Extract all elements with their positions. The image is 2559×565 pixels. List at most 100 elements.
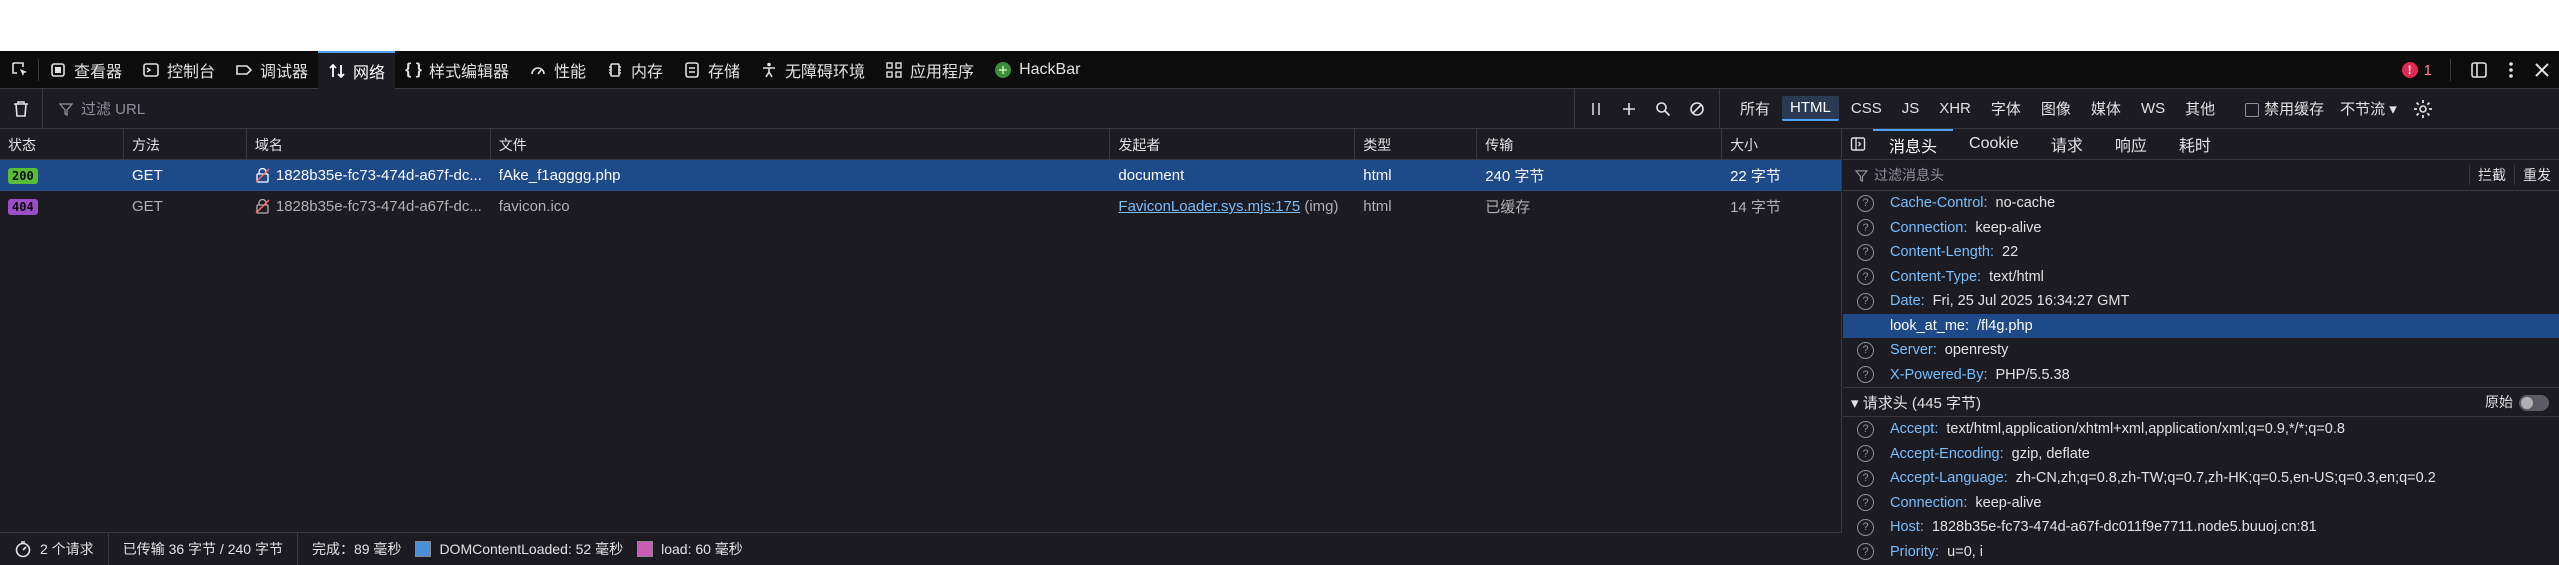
header-row[interactable]: ? Date: Fri, 25 Jul 2025 16:34:27 GMT xyxy=(1843,289,2559,314)
header-name: Accept-Language: xyxy=(1890,470,2008,487)
search-button[interactable] xyxy=(1655,101,1671,117)
block-request-button[interactable] xyxy=(1689,101,1705,117)
tab-headers[interactable]: 消息头 xyxy=(1873,128,1954,160)
element-picker-button[interactable] xyxy=(0,51,38,89)
tab-response[interactable]: 响应 xyxy=(2099,129,2163,160)
column-header-domain[interactable]: 域名 xyxy=(247,129,491,160)
type-filter-images[interactable]: 图像 xyxy=(2033,95,2079,122)
table-row[interactable]: 200 GET 1828b35e-fc73-474d-a67f-dc... fA… xyxy=(0,160,1841,191)
help-icon[interactable]: ? xyxy=(1857,469,1874,487)
type-filter-js[interactable]: JS xyxy=(1894,97,1928,120)
status-cell: 404 xyxy=(0,191,124,222)
header-row[interactable]: ? X-Powered-By: PHP/5.5.38 xyxy=(1843,363,2559,388)
pause-button[interactable] xyxy=(1589,101,1603,117)
table-row[interactable]: 404 GET 1828b35e-fc73-474d-a67f-dc... fa… xyxy=(0,191,1841,222)
tab-network[interactable]: 网络 xyxy=(318,50,396,89)
url-filter-input[interactable]: 过滤 URL xyxy=(42,88,1574,129)
help-icon[interactable]: ? xyxy=(1857,366,1874,384)
header-row[interactable]: ? Host: 1828b35e-fc73-474d-a67f-dc011f9e77… xyxy=(1843,515,2559,540)
type-filter-css[interactable]: CSS xyxy=(1843,97,1890,120)
headers-filter-input[interactable]: 过滤消息头 xyxy=(1855,165,1944,185)
error-count-badge[interactable]: ! 1 xyxy=(2401,62,2432,79)
requests-summary[interactable]: 2 个请求 xyxy=(0,532,109,565)
column-header-method[interactable]: 方法 xyxy=(124,129,247,160)
throttling-select[interactable]: 不节流 ▾ xyxy=(2340,98,2397,119)
tab-storage[interactable]: 存储 xyxy=(673,51,750,89)
type-filter-all[interactable]: 所有 xyxy=(1732,95,1778,122)
performance-icon xyxy=(531,66,545,74)
domain-text: 1828b35e-fc73-474d-a67f-dc... xyxy=(275,198,482,215)
size-cell: 14 字节 xyxy=(1730,199,1781,216)
header-row[interactable]: ? Priority: u=0, i xyxy=(1843,540,2559,565)
tab-application[interactable]: 应用程序 xyxy=(875,51,984,89)
tab-inspector[interactable]: 查看器 xyxy=(39,51,132,89)
help-icon[interactable]: ? xyxy=(1857,268,1874,286)
tab-accessibility[interactable]: 无障碍环境 xyxy=(750,51,875,89)
tab-debugger[interactable]: 调试器 xyxy=(225,51,318,89)
type-filter-list: 所有 HTML CSS JS XHR 字体 图像 媒体 WS 其他 xyxy=(1732,95,2223,122)
tab-performance[interactable]: 性能 xyxy=(519,51,596,89)
header-name: Date: xyxy=(1890,293,1925,310)
header-row[interactable]: ? Accept: text/html,application/xhtml+xml,… xyxy=(1843,417,2559,442)
column-header-initiator[interactable]: 发起者 xyxy=(1110,129,1356,160)
help-icon[interactable]: ? xyxy=(1857,518,1874,536)
disable-cache-checkbox[interactable]: 禁用缓存 xyxy=(2245,98,2324,119)
raw-toggle[interactable]: 原始 xyxy=(2485,392,2549,412)
header-row[interactable]: ? Accept-Encoding: gzip, deflate xyxy=(1843,442,2559,467)
help-icon[interactable]: ? xyxy=(1857,445,1874,463)
type-filter-ws[interactable]: WS xyxy=(2133,97,2173,120)
type-filter-other[interactable]: 其他 xyxy=(2177,95,2223,122)
column-header-status[interactable]: 状态 xyxy=(0,129,124,160)
toggle-sidebar-button[interactable] xyxy=(1843,136,1873,152)
add-filter-button[interactable] xyxy=(1621,101,1637,117)
file-cell: favicon.ico xyxy=(498,198,570,215)
tab-timings[interactable]: 耗时 xyxy=(2163,129,2227,160)
help-icon[interactable]: ? xyxy=(1857,341,1874,359)
header-row[interactable]: ? Connection: keep-alive xyxy=(1843,216,2559,241)
help-icon[interactable]: ? xyxy=(1857,292,1874,310)
type-filter-html[interactable]: HTML xyxy=(1782,96,1839,121)
tab-request[interactable]: 请求 xyxy=(2035,129,2099,160)
column-header-type[interactable]: 类型 xyxy=(1355,129,1478,160)
clear-log-button[interactable] xyxy=(0,89,42,129)
initiator-link[interactable]: FaviconLoader.sys.mjs:175 xyxy=(1118,198,1300,215)
tab-label: 查看器 xyxy=(74,63,123,81)
type-filter-xhr[interactable]: XHR xyxy=(1931,97,1979,120)
search-icon xyxy=(1656,101,1671,116)
header-row[interactable]: ? Accept-Language: zh-CN,zh;q=0.8,zh-TW;q=… xyxy=(1843,466,2559,491)
close-icon[interactable] xyxy=(2533,61,2551,79)
header-value: no-cache xyxy=(1995,195,2056,212)
dock-layout-icon[interactable] xyxy=(2469,60,2489,80)
help-icon[interactable]: ? xyxy=(1857,420,1874,438)
resend-button[interactable]: 重发 xyxy=(2514,165,2559,185)
plus-icon xyxy=(1623,102,1635,115)
more-options-icon[interactable] xyxy=(2507,60,2515,80)
settings-gear-icon[interactable] xyxy=(2413,99,2433,119)
help-icon[interactable]: ? xyxy=(1857,243,1874,261)
help-icon[interactable]: ? xyxy=(1857,543,1874,561)
header-row[interactable]: ? Content-Type: text/html xyxy=(1843,265,2559,290)
type-filter-fonts[interactable]: 字体 xyxy=(1983,95,2029,122)
header-row[interactable]: ? Server: openresty xyxy=(1843,338,2559,363)
raw-toggle-switch[interactable] xyxy=(2519,395,2549,412)
type-filter-media[interactable]: 媒体 xyxy=(2083,95,2129,122)
block-button[interactable]: 拦截 xyxy=(2469,165,2514,185)
tab-console[interactable]: 控制台 xyxy=(132,51,225,89)
column-header-file[interactable]: 文件 xyxy=(491,129,1111,160)
header-row[interactable]: ? Connection: keep-alive xyxy=(1843,491,2559,516)
help-icon[interactable]: ? xyxy=(1857,219,1874,237)
header-row[interactable]: ? Cache-Control: no-cache xyxy=(1843,191,2559,216)
column-header-size[interactable]: 大小 xyxy=(1722,129,1841,160)
request-headers-section-header[interactable]: ▾ 请求头 (445 字节) 原始 xyxy=(1843,387,2559,417)
tab-hackbar[interactable]: HackBar xyxy=(984,51,1090,89)
header-value: 22 xyxy=(2002,244,2019,261)
help-icon[interactable]: ? xyxy=(1857,194,1874,212)
header-row[interactable]: ? Content-Length: 22 xyxy=(1843,240,2559,265)
header-row-highlighted[interactable]: ?look_at_me:/fl4g.php xyxy=(1843,313,2559,338)
tab-style-editor[interactable]: { } 样式编辑器 xyxy=(395,51,519,89)
header-name: Connection: xyxy=(1890,494,1968,511)
column-header-transfer[interactable]: 传输 xyxy=(1477,129,1723,160)
tab-cookies[interactable]: Cookie xyxy=(1953,129,2035,160)
help-icon[interactable]: ? xyxy=(1857,494,1874,512)
tab-memory[interactable]: 内存 xyxy=(596,51,673,89)
